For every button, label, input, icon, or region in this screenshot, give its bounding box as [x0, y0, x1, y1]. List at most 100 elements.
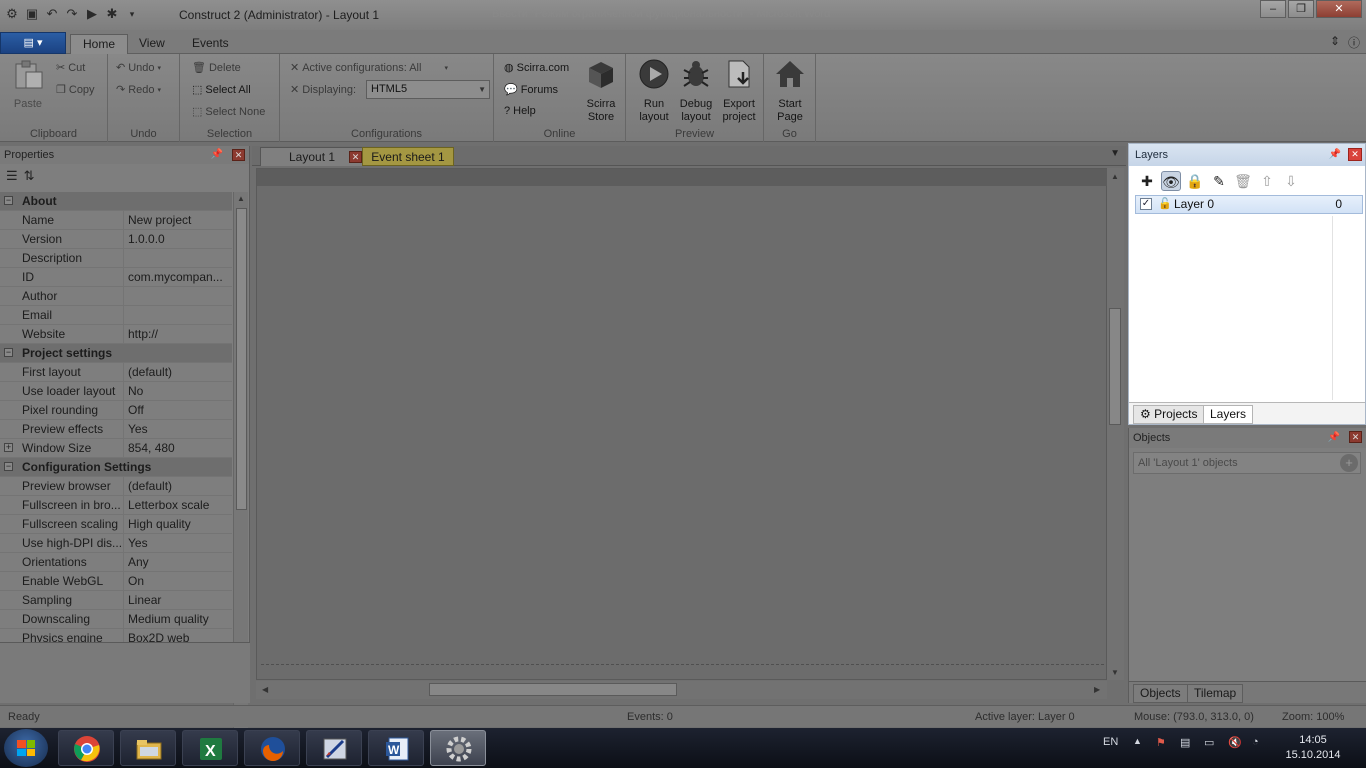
property-row[interactable]: Author	[0, 287, 232, 306]
taskbar-chrome[interactable]	[58, 730, 114, 766]
property-value[interactable]: com.mycompan...	[124, 268, 232, 286]
layer-visible-checkbox[interactable]: ✓	[1140, 198, 1152, 210]
pin-icon[interactable]: 📌	[1328, 428, 1340, 448]
tab-layout-1[interactable]: Layout 1 ✕	[260, 147, 368, 166]
expand-icon[interactable]: +	[4, 443, 13, 452]
property-category[interactable]: − Configuration Settings	[0, 458, 232, 477]
property-row[interactable]: Use loader layout No	[0, 382, 232, 401]
property-value[interactable]: Yes	[124, 420, 232, 438]
customize-qat-icon[interactable]: ▾	[124, 6, 140, 22]
property-category[interactable]: − Project settings	[0, 344, 232, 363]
property-row[interactable]: Name New project	[0, 211, 232, 230]
maximize-button[interactable]: ❐	[1288, 0, 1314, 18]
property-row[interactable]: Use high-DPI dis... Yes	[0, 534, 232, 553]
property-value[interactable]: Any	[124, 553, 232, 571]
debug-layout-button[interactable]: Debug layout	[676, 58, 716, 124]
tab-tilemap[interactable]: Tilemap	[1187, 684, 1244, 703]
tab-home[interactable]: Home	[70, 34, 129, 55]
network-icon[interactable]: ▭	[1204, 736, 1214, 749]
minimize-button[interactable]: –	[1260, 0, 1286, 18]
property-value[interactable]	[124, 249, 232, 267]
property-value[interactable]: (default)	[124, 363, 232, 381]
add-layer-icon[interactable]: ✚	[1137, 171, 1157, 191]
start-page-button[interactable]: Start Page	[770, 58, 810, 124]
language-indicator[interactable]: EN	[1103, 736, 1118, 748]
scirra-store-button[interactable]: Scirra Store	[584, 58, 618, 124]
scroll-thumb[interactable]	[429, 683, 677, 696]
sort-alpha-icon[interactable]: ⇅	[24, 168, 35, 186]
property-value[interactable]: On	[124, 572, 232, 590]
taskbar-word[interactable]: W	[368, 730, 424, 766]
categorized-icon[interactable]: ☰	[6, 168, 18, 186]
tab-list-dropdown-icon[interactable]: ▼	[1110, 148, 1120, 159]
property-row[interactable]: Enable WebGL On	[0, 572, 232, 591]
scroll-thumb[interactable]	[236, 208, 247, 510]
property-row[interactable]: Sampling Linear	[0, 591, 232, 610]
property-value[interactable]	[124, 306, 232, 324]
taskbar-construct2[interactable]	[430, 730, 486, 766]
eye-icon[interactable]: 👁	[1161, 171, 1181, 191]
app-menu-button[interactable]: ▤ ▾	[0, 32, 66, 54]
lock-icon[interactable]: 🔒	[1185, 171, 1205, 191]
delete-button[interactable]: 🗑 Delete	[192, 61, 241, 75]
property-value[interactable]: 1.0.0.0	[124, 230, 232, 248]
canvas-horizontal-scrollbar[interactable]: ◀ ▶	[256, 681, 1107, 699]
property-value[interactable]: Letterbox scale	[124, 496, 232, 514]
unlocked-icon[interactable]: 🔓	[1158, 196, 1172, 213]
property-row[interactable]: Pixel rounding Off	[0, 401, 232, 420]
run-icon[interactable]: ▶	[84, 6, 100, 22]
property-value[interactable]: Yes	[124, 534, 232, 552]
taskbar-image-editor[interactable]	[306, 730, 362, 766]
canvas-vertical-scrollbar[interactable]: ▲ ▼	[1107, 168, 1124, 680]
tab-layers[interactable]: Layers	[1203, 405, 1254, 424]
property-row[interactable]: First layout (default)	[0, 363, 232, 382]
copy-button[interactable]: ❐ Copy	[56, 83, 95, 97]
undo-icon[interactable]: ↶	[44, 6, 60, 22]
property-value[interactable]: (default)	[124, 477, 232, 495]
taskbar-explorer[interactable]	[120, 730, 176, 766]
property-row[interactable]: Downscaling Medium quality	[0, 610, 232, 629]
property-value[interactable]: New project	[124, 211, 232, 229]
scroll-down-icon[interactable]: ▼	[1111, 668, 1119, 677]
tab-event-sheet-1[interactable]: Event sheet 1	[362, 147, 454, 166]
taskbar-excel[interactable]: X	[182, 730, 238, 766]
property-value[interactable]: http://	[124, 325, 232, 343]
show-hidden-icons-icon[interactable]: ▲	[1133, 736, 1142, 746]
select-none-button[interactable]: ⬚ Select None	[192, 105, 265, 119]
clock[interactable]: 14:05 15.10.2014	[1278, 733, 1348, 763]
tab-projects[interactable]: ⚙ Projects	[1133, 405, 1205, 424]
property-row[interactable]: ID com.mycompan...	[0, 268, 232, 287]
property-value[interactable]: No	[124, 382, 232, 400]
forums-link[interactable]: 💬 Forums	[504, 83, 558, 97]
property-value[interactable]: Medium quality	[124, 610, 232, 628]
layout-canvas[interactable]	[256, 168, 1108, 680]
close-panel-button[interactable]: ✕	[1349, 431, 1362, 443]
property-value[interactable]: Linear	[124, 591, 232, 609]
redo-icon[interactable]: ↷	[64, 6, 80, 22]
property-row[interactable]: + Window Size 854, 480	[0, 439, 232, 458]
property-row[interactable]: Fullscreen scaling High quality	[0, 515, 232, 534]
close-panel-button[interactable]: ✕	[232, 149, 245, 161]
help-icon[interactable]: ⓘ	[1348, 34, 1360, 51]
property-value[interactable]: Off	[124, 401, 232, 419]
scroll-left-icon[interactable]: ◀	[262, 685, 268, 694]
tab-view[interactable]: View	[127, 34, 177, 55]
scroll-up-icon[interactable]: ▲	[1111, 172, 1119, 181]
property-row[interactable]: Preview effects Yes	[0, 420, 232, 439]
collapse-icon[interactable]: −	[4, 196, 13, 205]
property-row[interactable]: Orientations Any	[0, 553, 232, 572]
wifi-icon[interactable]: ◔	[1252, 736, 1259, 748]
property-value[interactable]: 854, 480	[124, 439, 232, 457]
property-category[interactable]: − About	[0, 192, 232, 211]
start-button[interactable]	[4, 729, 48, 767]
property-row[interactable]: Preview browser (default)	[0, 477, 232, 496]
action-center-icon[interactable]: ⚑	[1156, 736, 1166, 749]
move-down-icon[interactable]: ⇩	[1281, 171, 1301, 191]
scirra-link[interactable]: ◍ Scirra.com	[504, 61, 569, 75]
active-configurations-dropdown[interactable]: ✕ Active configurations: All ▾	[290, 61, 448, 75]
property-row[interactable]: Email	[0, 306, 232, 325]
debug-icon[interactable]: ✱	[104, 6, 120, 22]
trash-icon[interactable]: 🗑	[1233, 171, 1253, 191]
usb-device-icon[interactable]: ▤	[1180, 736, 1190, 749]
close-tab-icon[interactable]: ✕	[349, 151, 362, 163]
